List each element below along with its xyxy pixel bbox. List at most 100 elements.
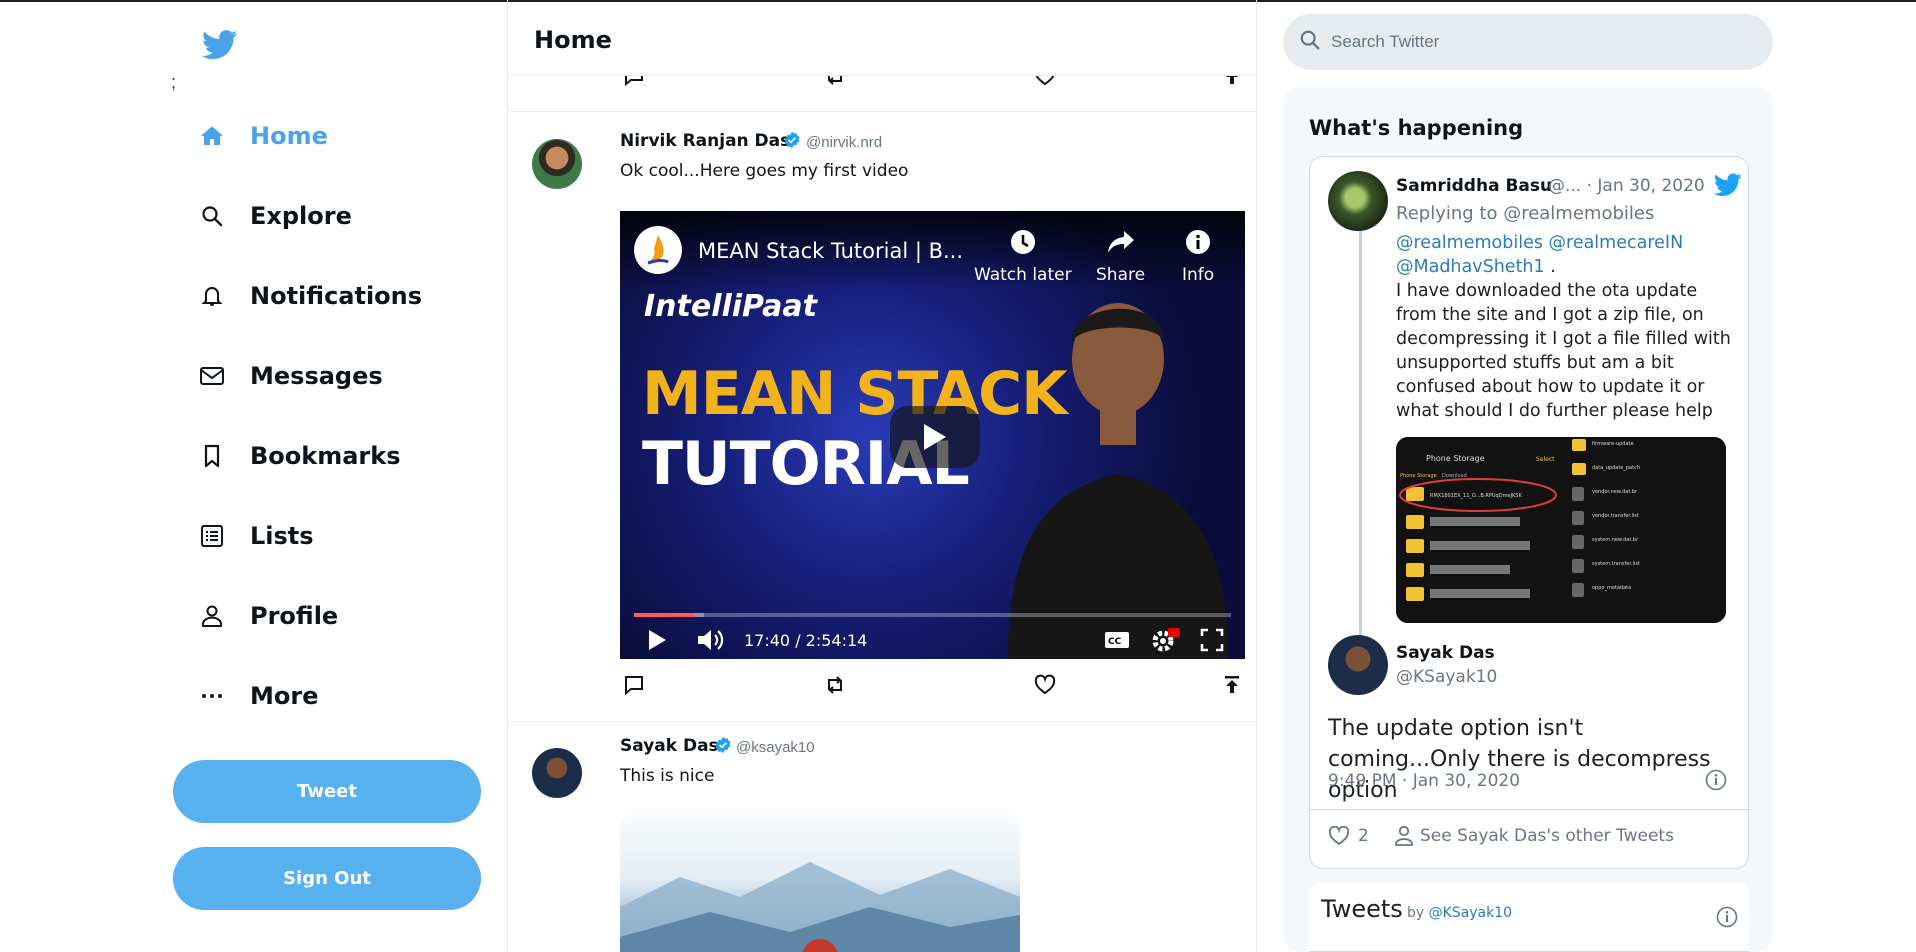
tweet-actions [508,671,1256,701]
fullscreen-button[interactable] [1194,621,1230,659]
shot-crumb-1: Phone Storage [1400,473,1437,479]
sidebar-item-label: More [250,682,319,710]
tweet-author-name[interactable]: Sayak Das [620,736,719,756]
sidebar-item-home[interactable]: Home [198,111,328,161]
embedded-video-player[interactable]: IntelliPaat MEAN STACK TUTORIAL MEAN Sta… [620,211,1245,659]
tweet[interactable]: Sayak Das @ksayak10 This is nice [508,722,1256,952]
timeline-embed-header: Tweets by @KSayak10 [1309,883,1749,952]
tweet-handle[interactable]: @nirvik.nrd [806,134,882,151]
retweet-icon[interactable] [821,671,849,699]
sidebar-item-notifications[interactable]: Notifications [198,271,422,321]
shot-right-file: data_update_patch [1592,465,1640,471]
sidebar-item-label: Explore [250,202,352,230]
mentions-link[interactable]: @realmemobiles @realmecareIN @MadhavShet… [1396,233,1683,277]
replying-to[interactable]: Replying to @realmemobiles [1396,203,1654,224]
bell-icon [198,282,226,310]
channel-avatar[interactable] [634,226,682,274]
twitter-bird-icon[interactable] [1713,173,1742,202]
video-title[interactable]: MEAN Stack Tutorial | B... [698,239,963,263]
tweet-author-name[interactable]: Nirvik Ranjan Das [620,131,790,151]
avatar[interactable] [1328,635,1388,695]
tweet-text: This is nice [620,766,715,786]
search-bar[interactable] [1283,14,1773,70]
tweet-button[interactable]: Tweet [173,760,481,823]
sidebar-item-label: Messages [250,362,383,390]
mentions-tail: . [1544,257,1556,277]
info-icon[interactable] [1716,906,1738,933]
reply-author-name[interactable]: Sayak Das [1396,643,1495,663]
tweet-photo[interactable] [620,807,1020,952]
avatar[interactable] [532,748,582,798]
info-button[interactable]: Info [1182,227,1214,285]
verified-badge-icon [714,736,732,754]
reply-icon[interactable] [620,671,648,699]
thread-line [1359,229,1362,679]
shot-right-file: system.new.dat.br [1592,537,1639,543]
settings-button[interactable] [1146,621,1184,659]
share-icon[interactable] [1218,671,1246,699]
like-icon[interactable] [1031,671,1059,699]
share-arrow-icon [1106,227,1136,257]
embedded-tweet[interactable]: Samriddha Basu @... · Jan 30, 2020 Reply… [1309,156,1750,869]
sidebar-item-messages[interactable]: Messages [198,351,383,401]
gear-icon [1152,628,1180,652]
timeline-header: Home [508,2,1256,76]
tweets-handle-link[interactable]: @KSayak10 [1429,905,1512,921]
reply-author-handle[interactable]: @KSayak10 [1396,667,1497,687]
watch-later-label: Watch later [974,265,1072,285]
sidebar-item-more[interactable]: More [198,671,318,721]
twitter-bird-icon[interactable] [201,30,238,62]
embed-author-meta[interactable]: @... · Jan 30, 2020 [1548,176,1705,196]
play-control[interactable] [640,621,674,659]
bookmark-icon [198,442,226,470]
fullscreen-icon [1200,628,1224,652]
timeline: Home Nirvik Ranjan Das @nirvik.nrd Ok co… [507,0,1257,952]
search-icon [198,202,226,230]
sidebar-item-bookmarks[interactable]: Bookmarks [198,431,401,481]
sign-out-button[interactable]: Sign Out [173,847,481,910]
heart-icon[interactable] [1328,825,1350,851]
play-button[interactable] [890,406,980,468]
envelope-icon [198,362,226,390]
right-sidebar: What's happening Samriddha Basu @... · J… [1257,0,1916,952]
whats-happening-panel: What's happening Samriddha Basu @... · J… [1283,86,1773,952]
embed-tweet-text: @realmemobiles @realmecareIN @MadhavShet… [1396,231,1736,423]
person-icon [198,602,226,630]
page-title: Home [534,26,612,54]
svg-text:CC: CC [1108,637,1122,647]
watch-later-button[interactable]: Watch later [974,227,1072,285]
share-video-button[interactable]: Share [1096,227,1145,285]
more-icon [198,682,226,710]
embed-body: I have downloaded the ota update from th… [1396,281,1731,421]
video-brand-text: IntelliPaat [644,289,817,324]
embed-attached-image[interactable]: Phone Storage Select Phone Storage Downl… [1396,437,1726,623]
panel-title: What's happening [1309,116,1524,140]
info-icon [1183,227,1213,257]
sidebar-item-profile[interactable]: Profile [198,591,338,641]
person-icon [1394,825,1414,852]
video-time: 17:40 / 2:54:14 [744,631,868,650]
volume-control[interactable] [690,621,730,659]
shot-right-file: vendor.transfer.list [1592,513,1639,519]
sidebar-item-lists[interactable]: Lists [198,511,314,561]
tweet[interactable]: Nirvik Ranjan Das @nirvik.nrd Ok cool...… [508,113,1256,722]
video-progress-bar[interactable] [634,613,1231,617]
sidebar-item-label: Home [250,122,328,150]
captions-button[interactable]: CC [1100,621,1134,659]
embed-author-name[interactable]: Samriddha Basu [1396,176,1552,196]
reply-text: The update option isn't coming...Only th… [1328,716,1711,803]
sidebar-item-label: Bookmarks [250,442,401,470]
search-input[interactable] [1331,32,1751,52]
reply-timestamp[interactable]: 9:49 PM · Jan 30, 2020 [1328,771,1520,791]
tweet-handle[interactable]: @ksayak10 [736,739,815,756]
search-icon [1299,29,1321,56]
info-icon[interactable] [1705,769,1727,796]
sidebar-item-explore[interactable]: Explore [198,191,352,241]
clock-icon [1008,227,1038,257]
avatar[interactable] [532,139,582,189]
like-count: 2 [1358,826,1369,846]
avatar[interactable] [1328,171,1388,231]
embed-footer: 2 See Sayak Das's other Tweets [1310,809,1750,859]
play-icon [649,630,666,650]
see-other-tweets-link[interactable]: See Sayak Das's other Tweets [1420,826,1674,846]
